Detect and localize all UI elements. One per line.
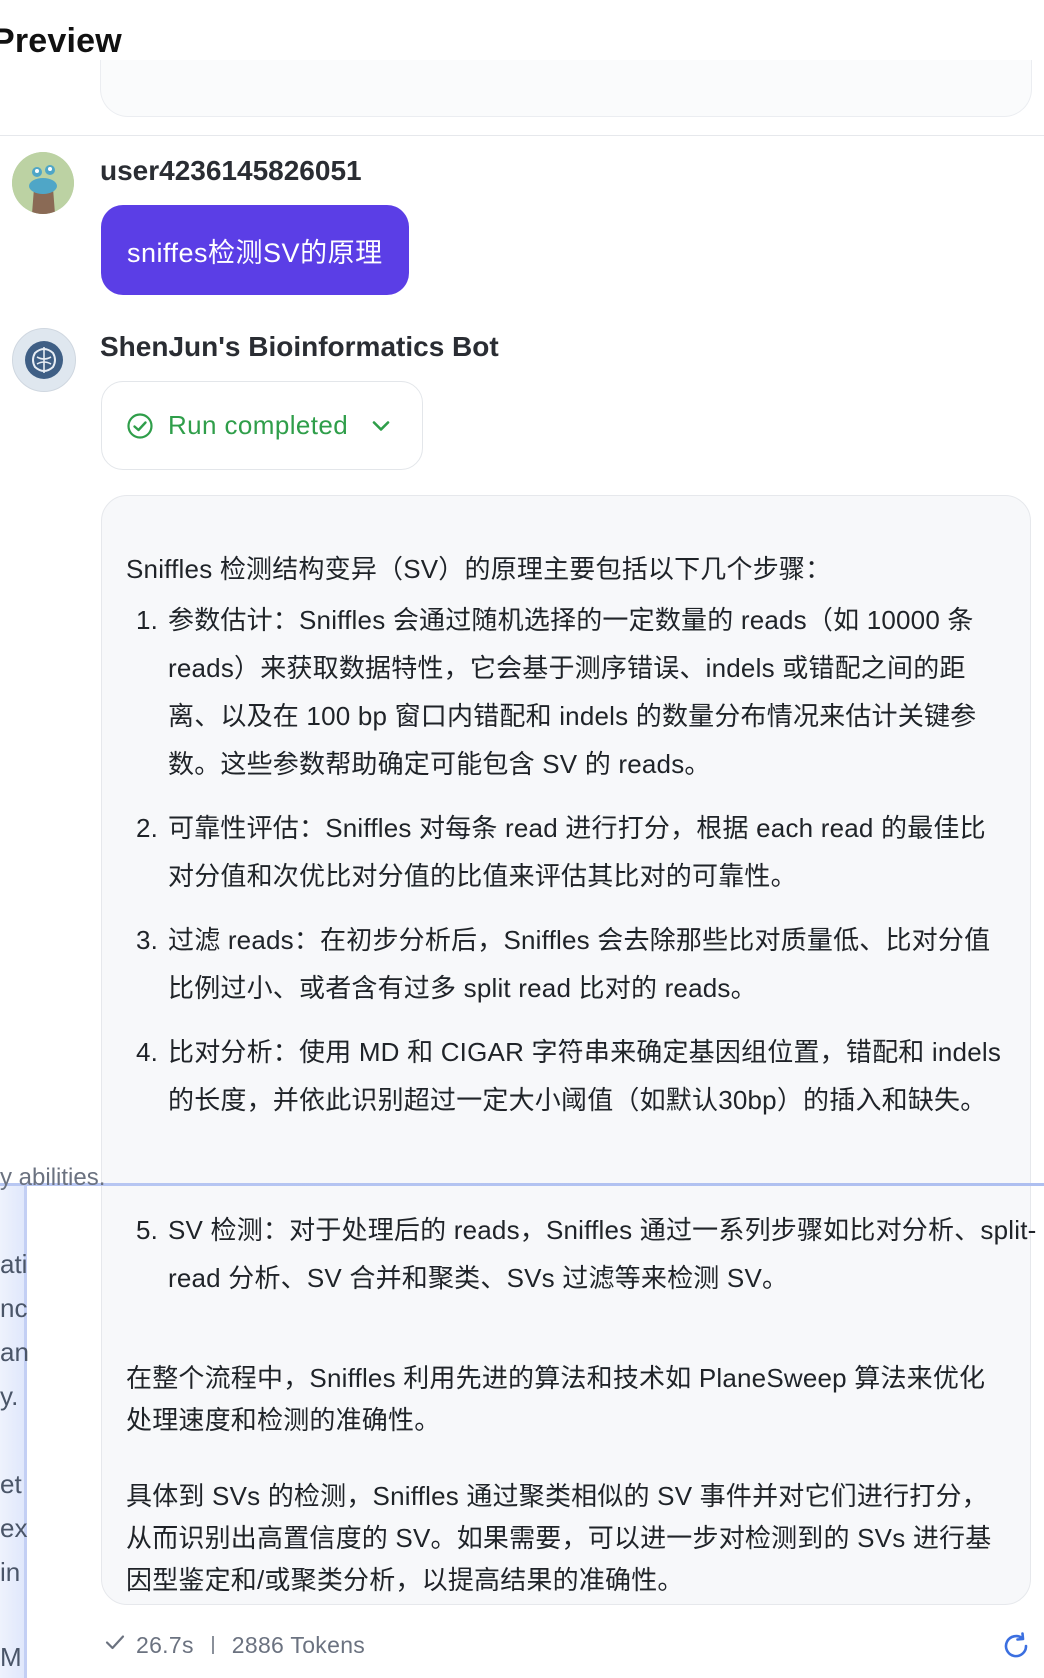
run-status-toggle[interactable]: Run completed: [101, 381, 423, 470]
list-item: 5. SV 检测：对于处理后的 reads，Sniffles 通过一系列步骤如比对…: [136, 1215, 1037, 1293]
overlay-text: M: [0, 1642, 22, 1672]
refresh-icon[interactable]: [1000, 1630, 1032, 1662]
token-count: 2886 Tokens: [231, 1631, 366, 1658]
message-meta: 26.7s 2886 Tokens: [104, 1628, 365, 1662]
run-status-label: Run completed: [168, 410, 349, 440]
overlay-text: ati: [0, 1249, 28, 1279]
chevron-down-icon: [368, 413, 394, 439]
overlay-text: in: [0, 1557, 21, 1587]
check-circle-icon: [126, 412, 154, 440]
answer-intro: Sniffles 检测结构变异（SV）的原理主要包括以下几个步骤：: [126, 554, 832, 584]
overlay-window-edge: [0, 1183, 1044, 1186]
user-avatar: [12, 152, 74, 214]
list-item: 2. 可靠性评估：Sniffles 对每条 read 进行打分，根据 each r…: [136, 813, 986, 891]
response-time: 26.7s: [136, 1631, 194, 1658]
list-item: 4. 比对分析：使用 MD 和 CIGAR 字符串来确定基因组位置，错配和 ind…: [136, 1037, 1002, 1115]
overlay-text: y.: [0, 1381, 19, 1411]
answer-steps-list: 1. 参数估计：Sniffles 会通过随机选择的一定数量的 reads（如 10…: [126, 596, 1036, 1293]
overlay-text: y abilities.: [0, 1164, 106, 1191]
overlay-text: et: [0, 1469, 22, 1499]
list-item: 3. 过滤 reads：在初步分析后，Sniffles 会去除那些比对质量低、比对…: [136, 925, 991, 1003]
bot-avatar: [12, 328, 76, 392]
user-message-bubble: sniffes检测SV的原理: [101, 205, 409, 295]
list-item: 1. 参数估计：Sniffles 会通过随机选择的一定数量的 reads（如 10…: [136, 605, 977, 779]
bot-name: ShenJun's Bioinformatics Bot: [100, 331, 499, 362]
overlay-text: nc: [0, 1293, 28, 1323]
answer-paragraph: 具体到 SVs 的检测，Sniffles 通过聚类相似的 SV 事件并对它们进行…: [126, 1481, 992, 1595]
meta-separator: [211, 1636, 214, 1654]
header-divider: [0, 135, 1044, 136]
user-name: user4236145826051: [100, 155, 362, 186]
answer-paragraph: 在整个流程中，Sniffles 利用先进的算法和技术如 PlaneSweep 算…: [126, 1363, 986, 1435]
page-title: Preview: [0, 22, 122, 60]
overlay-text: ex: [0, 1513, 28, 1543]
overlay-text: an: [0, 1337, 29, 1367]
checkmark-icon: [104, 1631, 126, 1659]
chat-input-edge[interactable]: [100, 60, 1032, 117]
